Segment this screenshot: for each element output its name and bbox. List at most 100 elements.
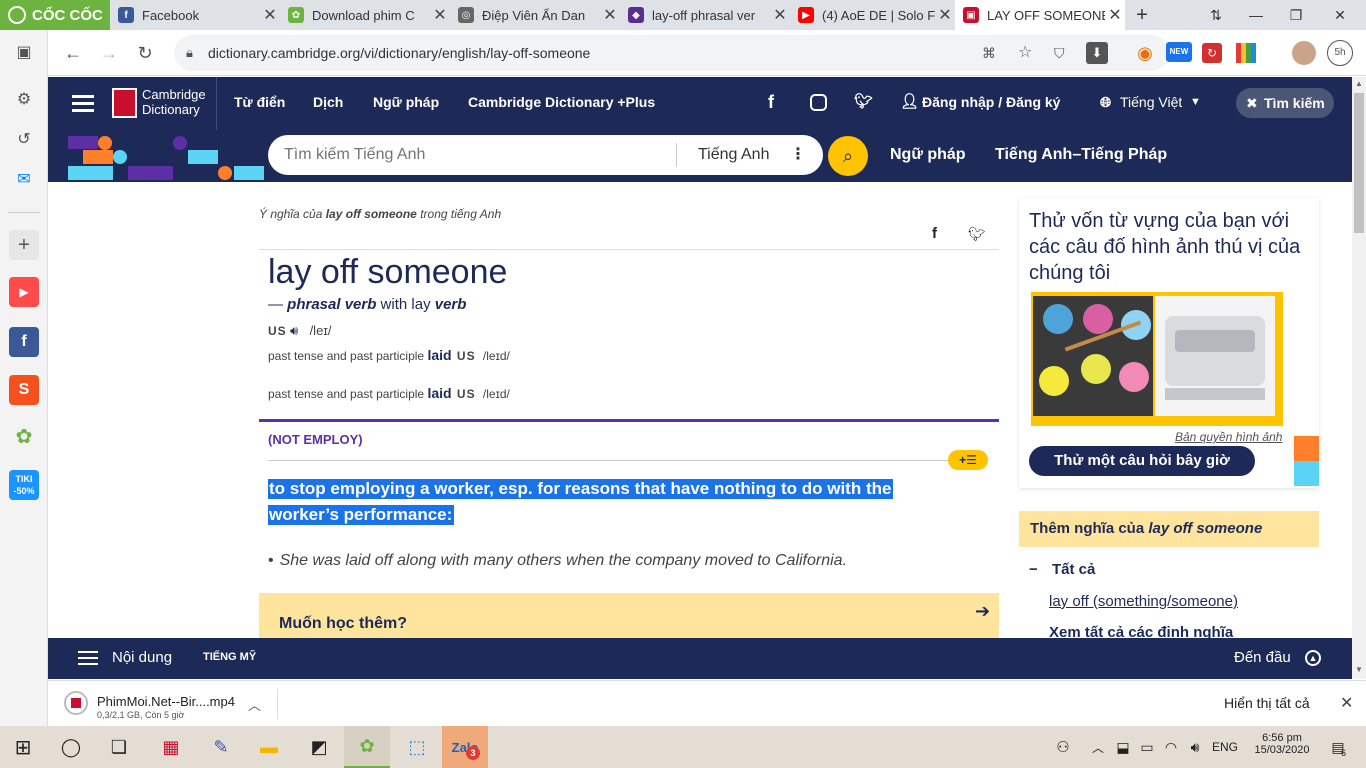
related-meaning-link[interactable]: lay off (something/someone) bbox=[1049, 593, 1238, 610]
arrow-up-icon[interactable]: ▲ bbox=[1305, 650, 1321, 666]
site-logo[interactable]: Cambridge Dictionary bbox=[142, 87, 206, 117]
scroll-down-icon[interactable]: ▼ bbox=[1355, 665, 1363, 674]
chevron-up-icon[interactable]: ︿ bbox=[1088, 726, 1108, 768]
reload-icon[interactable]: ↻ bbox=[132, 40, 158, 66]
close-icon[interactable]: ✕ bbox=[770, 5, 790, 25]
scroll-thumb[interactable] bbox=[1354, 93, 1364, 233]
instagram-icon[interactable] bbox=[810, 94, 827, 111]
coccoc-brand[interactable]: CỐC CỐC bbox=[0, 0, 110, 30]
search-icon[interactable]: ◯ bbox=[48, 726, 94, 768]
search-input[interactable] bbox=[284, 135, 664, 175]
facebook-app-icon[interactable]: f bbox=[9, 327, 39, 357]
settings-icon[interactable]: ⚙ bbox=[9, 85, 39, 115]
close-icon[interactable]: ✕ bbox=[1340, 693, 1353, 713]
avatar[interactable] bbox=[1292, 41, 1316, 65]
coccoc-taskbar-icon[interactable]: ✿ bbox=[344, 726, 390, 768]
language-select[interactable]: Tiếng Việt bbox=[1120, 77, 1182, 130]
copyright-link[interactable]: Bản quyền hình ảnh bbox=[1175, 430, 1282, 444]
minimize-icon[interactable]: — bbox=[1236, 0, 1276, 30]
twitter-icon[interactable]: 🐦︎ bbox=[854, 77, 873, 130]
back-icon[interactable]: ← bbox=[60, 40, 86, 66]
close-icon[interactable]: ✕ bbox=[430, 5, 450, 25]
tab-diep-vien[interactable]: ◎ Điệp Viên Ẩn Dan ✕ bbox=[450, 0, 620, 30]
tab-lay-off-someone[interactable]: ▣ LAY OFF SOMEONE ✕ bbox=[955, 0, 1125, 30]
show-all-downloads-button[interactable]: Hiển thị tất cả bbox=[1224, 695, 1310, 711]
app-sticky-icon[interactable]: ◩ bbox=[296, 726, 342, 768]
download-icon[interactable]: ⬇ bbox=[1086, 42, 1108, 64]
address-bar[interactable]: 🔒︎ dictionary.cambridge.org/vi/dictionar… bbox=[174, 35, 1169, 71]
maximize-icon[interactable]: ❐ bbox=[1276, 0, 1316, 30]
quiz-button[interactable]: Thử một câu hỏi bây giờ bbox=[1029, 446, 1255, 476]
clock[interactable]: 6:56 pm 15/03/2020 bbox=[1254, 732, 1310, 756]
translate-icon[interactable]: ⌘ bbox=[982, 35, 996, 71]
notification-center-icon[interactable]: ▤ 6 bbox=[1320, 726, 1356, 768]
share-facebook-icon[interactable]: f bbox=[932, 225, 937, 242]
history-icon[interactable]: ↺ bbox=[9, 125, 39, 155]
extension-red-icon[interactable]: ↻ bbox=[1202, 43, 1222, 63]
hamburger-menu-icon[interactable] bbox=[72, 95, 94, 98]
battery-icon[interactable]: ▭ bbox=[1136, 726, 1158, 768]
all-toggle[interactable]: − Tất cả bbox=[1029, 561, 1095, 578]
tab-search-icon[interactable]: ⇅ bbox=[1196, 0, 1236, 30]
network-drive-icon[interactable]: ⬓ bbox=[1112, 726, 1134, 768]
coccoc-app-icon[interactable]: ✿ bbox=[9, 422, 39, 452]
contents-menu-icon[interactable] bbox=[78, 651, 98, 653]
people-icon[interactable]: ⚇ bbox=[1050, 726, 1076, 768]
chevron-up-icon[interactable]: ︿ bbox=[248, 695, 261, 714]
nav-translate[interactable]: Dịch bbox=[313, 77, 343, 130]
zalo-icon[interactable]: Zalo 3 bbox=[442, 726, 488, 768]
back-to-top-link[interactable]: Đến đầu bbox=[1234, 638, 1291, 678]
close-icon[interactable]: ✕ bbox=[260, 5, 280, 25]
subnav-english-french[interactable]: Tiếng Anh–Tiếng Pháp bbox=[995, 130, 1167, 180]
youtube-app-icon[interactable]: ▶ bbox=[9, 277, 39, 307]
tab-facebook[interactable]: f Facebook ✕ bbox=[110, 0, 280, 30]
region-label[interactable]: TIẾNG MỸ bbox=[203, 638, 256, 676]
learn-more-box[interactable]: Muốn học thêm? ➔ bbox=[259, 593, 999, 638]
tab-lay-off-phrasal[interactable]: ◆ lay-off phrasal ver ✕ bbox=[620, 0, 790, 30]
messenger-icon[interactable]: ✉ bbox=[9, 165, 39, 195]
windows-start-icon[interactable]: ⊞ bbox=[0, 726, 46, 768]
new-tab-icon[interactable]: + bbox=[1122, 0, 1162, 30]
add-to-wordlist-button[interactable]: +☰ bbox=[948, 450, 988, 470]
search-language-select[interactable]: Tiếng Anh bbox=[698, 135, 769, 175]
extension-new-icon[interactable]: NEW bbox=[1166, 42, 1192, 62]
app-red-icon[interactable]: ▦ bbox=[148, 726, 194, 768]
vertical-scrollbar[interactable]: ▲ ▼ bbox=[1352, 77, 1366, 679]
sidebar-toggle-icon[interactable]: ▣ bbox=[9, 38, 39, 68]
search-toggle-button[interactable]: ✖ Tìm kiếm bbox=[1236, 88, 1334, 118]
subnav-grammar[interactable]: Ngữ pháp bbox=[890, 130, 966, 180]
add-app-icon[interactable]: + bbox=[9, 230, 39, 260]
close-icon[interactable]: ✕ bbox=[935, 5, 955, 25]
scroll-up-icon[interactable]: ▲ bbox=[1355, 79, 1363, 88]
wifi-icon[interactable]: ◠ bbox=[1160, 726, 1182, 768]
facebook-icon[interactable]: f bbox=[768, 77, 774, 130]
shield-icon[interactable]: ⛉ bbox=[1054, 35, 1065, 71]
app-box-icon[interactable]: ⬚ bbox=[394, 726, 440, 768]
forward-icon[interactable]: → bbox=[96, 40, 122, 66]
input-language[interactable]: ENG bbox=[1212, 726, 1238, 768]
app-paint-icon[interactable]: ✎ bbox=[198, 726, 244, 768]
login-link[interactable]: Đăng nhập / Đăng ký bbox=[922, 77, 1060, 130]
shopee-app-icon[interactable]: S bbox=[9, 375, 39, 405]
window-close-icon[interactable]: ✕ bbox=[1320, 0, 1360, 30]
volume-icon[interactable]: 🔊︎ bbox=[1184, 726, 1206, 768]
bookmark-star-icon[interactable]: ☆ bbox=[1018, 35, 1032, 71]
nav-grammar[interactable]: Ngữ pháp bbox=[373, 77, 439, 130]
download-filename[interactable]: PhimMoi.Net--Bir....mp4 bbox=[97, 694, 235, 709]
more-vertical-icon[interactable]: ⋮ bbox=[790, 135, 806, 175]
contents-link[interactable]: Nội dung bbox=[112, 638, 172, 678]
search-button[interactable]: ⌕ bbox=[828, 136, 868, 176]
share-twitter-icon[interactable]: 🐦︎ bbox=[968, 226, 986, 243]
extension-colors-icon[interactable] bbox=[1236, 43, 1256, 63]
close-icon[interactable]: ✕ bbox=[600, 5, 620, 25]
nav-dictionary[interactable]: Từ điển bbox=[234, 77, 285, 130]
nav-plus[interactable]: Cambridge Dictionary +Plus bbox=[468, 77, 655, 130]
audio-speaker-icon[interactable]: 🔊︎ bbox=[290, 323, 298, 338]
tiki-app-icon[interactable]: TIKI -50% bbox=[9, 470, 39, 500]
profile-timer-icon[interactable]: 5h bbox=[1327, 40, 1353, 66]
task-view-icon[interactable]: ❏ bbox=[96, 726, 142, 768]
file-explorer-icon[interactable]: ▬ bbox=[246, 726, 292, 768]
extension-chrome-icon[interactable]: ◉ bbox=[1132, 40, 1158, 66]
tab-download-phim[interactable]: ✿ Download phim C ✕ bbox=[280, 0, 450, 30]
tab-aoe-youtube[interactable]: ▶ (4) AoE DE | Solo F ✕ bbox=[790, 0, 955, 30]
